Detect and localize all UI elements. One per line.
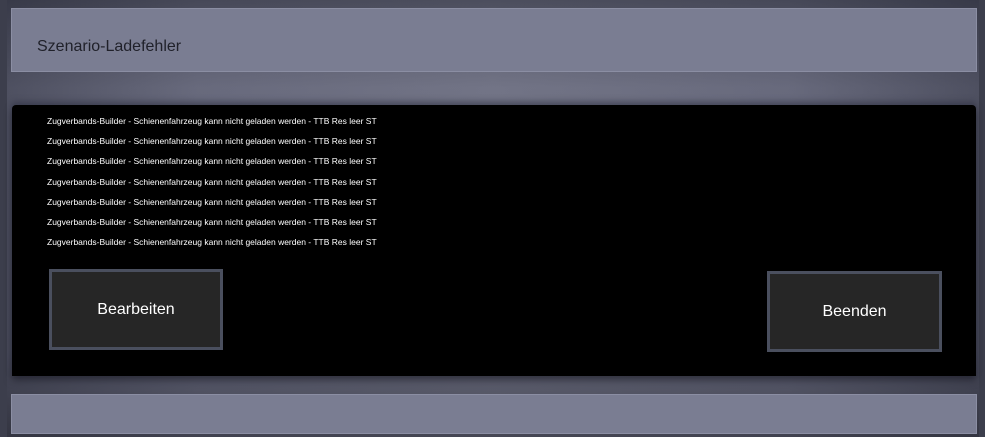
dialog-title-bar: Szenario-Ladefehler (11, 8, 977, 72)
window-frame-left (0, 0, 7, 437)
error-message-list: Zugverbands-Builder - Schienenfahrzeug k… (47, 115, 377, 256)
error-message-panel: Zugverbands-Builder - Schienenfahrzeug k… (12, 105, 976, 376)
error-message: Zugverbands-Builder - Schienenfahrzeug k… (47, 196, 377, 207)
error-message: Zugverbands-Builder - Schienenfahrzeug k… (47, 176, 377, 187)
error-message: Zugverbands-Builder - Schienenfahrzeug k… (47, 116, 377, 126)
quit-button-label: Beenden (822, 302, 887, 320)
edit-button-label: Bearbeiten (97, 300, 175, 318)
edit-button[interactable]: Bearbeiten (49, 269, 223, 350)
quit-button[interactable]: Beenden (767, 271, 942, 352)
dialog-footer-bar (11, 394, 977, 434)
error-message: Zugverbands-Builder - Schienenfahrzeug k… (47, 216, 377, 227)
error-message: Zugverbands-Builder - Schienenfahrzeug k… (47, 237, 377, 248)
dialog-title: Szenario-Ladefehler (37, 38, 182, 55)
error-message: Zugverbands-Builder - Schienenfahrzeug k… (47, 136, 377, 147)
error-message: Zugverbands-Builder - Schienenfahrzeug k… (47, 156, 377, 167)
window-frame-right (979, 0, 985, 437)
